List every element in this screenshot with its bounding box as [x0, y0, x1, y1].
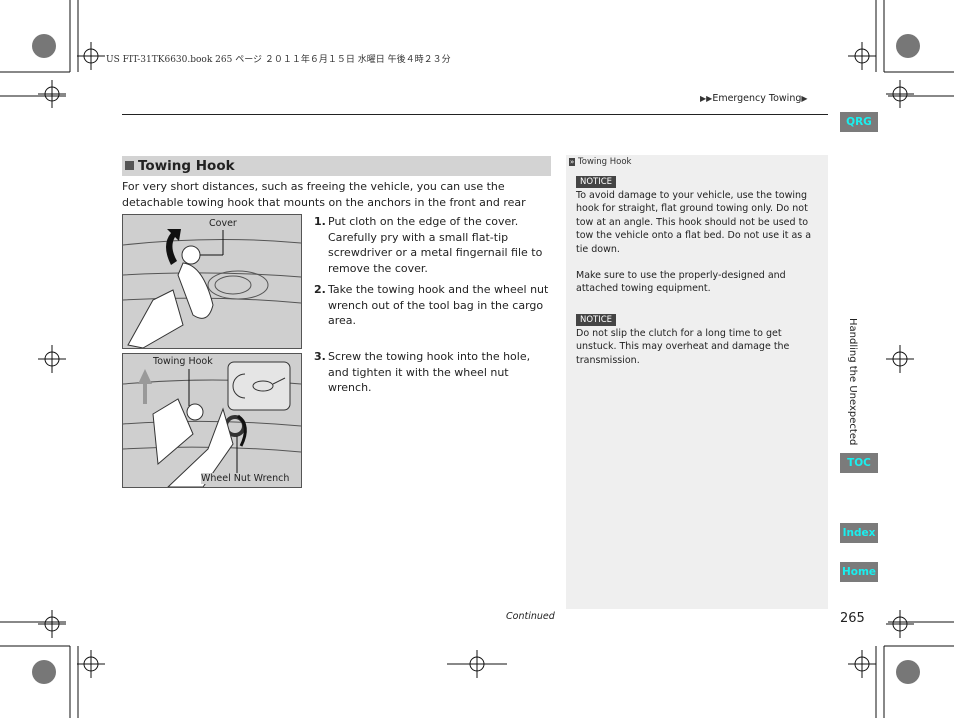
double-arrow-icon: »: [569, 158, 576, 166]
step-1: 1. Put cloth on the edge of the cover. Ca…: [314, 214, 554, 276]
step-text: Take the towing hook and the wheel nut w…: [328, 283, 549, 327]
step-3: 3. Screw the towing hook into the hole, a…: [314, 349, 554, 396]
notice-badge: NOTICE: [576, 314, 617, 326]
section-heading: Towing Hook: [122, 156, 551, 176]
continued-note: Continued: [506, 611, 555, 622]
notice-1-text: To avoid damage to your vehicle, use the…: [576, 190, 812, 255]
tab-index[interactable]: Index: [840, 523, 878, 543]
step-number: 2.: [314, 283, 326, 296]
towing-hook-illustration: [123, 361, 301, 487]
cover-illustration: [123, 229, 301, 348]
manual-page: US FIT-31TK6630.book 265 ページ ２０１１年６月１５日 …: [0, 0, 954, 718]
breadcrumb-arrows: ▶▶: [700, 94, 713, 103]
tab-home[interactable]: Home: [840, 562, 878, 582]
square-bullet-icon: [125, 161, 134, 170]
header-divider: [122, 114, 828, 115]
tab-qrg[interactable]: QRG: [840, 112, 878, 132]
figure-attach-hook: Towing Hook Wheel Nut Wrench: [122, 353, 302, 488]
breadcrumb[interactable]: ▶▶Emergency Towing▶: [700, 93, 808, 104]
page-number: 265: [840, 611, 865, 626]
figure-remove-cover: Cover: [122, 214, 302, 349]
label-towing-hook: Towing Hook: [153, 356, 213, 367]
section-title: Towing Hook: [138, 158, 235, 174]
step-text: Screw the towing hook into the hole, and…: [328, 350, 531, 394]
step-number: 1.: [314, 215, 326, 228]
notice-2-text: Do not slip the clutch for a long time t…: [576, 328, 790, 366]
print-header: US FIT-31TK6630.book 265 ページ ２０１１年６月１５日 …: [106, 55, 451, 65]
chapter-label: Handling the Unexpected: [840, 318, 870, 448]
step-2: 2. Take the towing hook and the wheel nut…: [314, 282, 554, 329]
sidebar-notes: » Towing Hook NOTICE To avoid damage to …: [566, 155, 828, 609]
sidebar-ref-label: Towing Hook: [578, 157, 632, 167]
chapter-text: Handling the Unexpected: [847, 318, 858, 446]
notice-badge: NOTICE: [576, 176, 617, 188]
breadcrumb-label[interactable]: Emergency Towing: [712, 93, 801, 104]
label-cover: Cover: [209, 218, 237, 229]
equipment-text: Make sure to use the properly-designed a…: [576, 270, 786, 295]
step-text: Put cloth on the edge of the cover. Care…: [328, 215, 543, 275]
sidebar-reference[interactable]: » Towing Hook: [569, 157, 631, 167]
breadcrumb-end: ▶: [801, 94, 808, 103]
tab-toc[interactable]: TOC: [840, 453, 878, 473]
step-number: 3.: [314, 350, 326, 363]
label-wheel-nut-wrench: Wheel Nut Wrench: [201, 473, 290, 484]
